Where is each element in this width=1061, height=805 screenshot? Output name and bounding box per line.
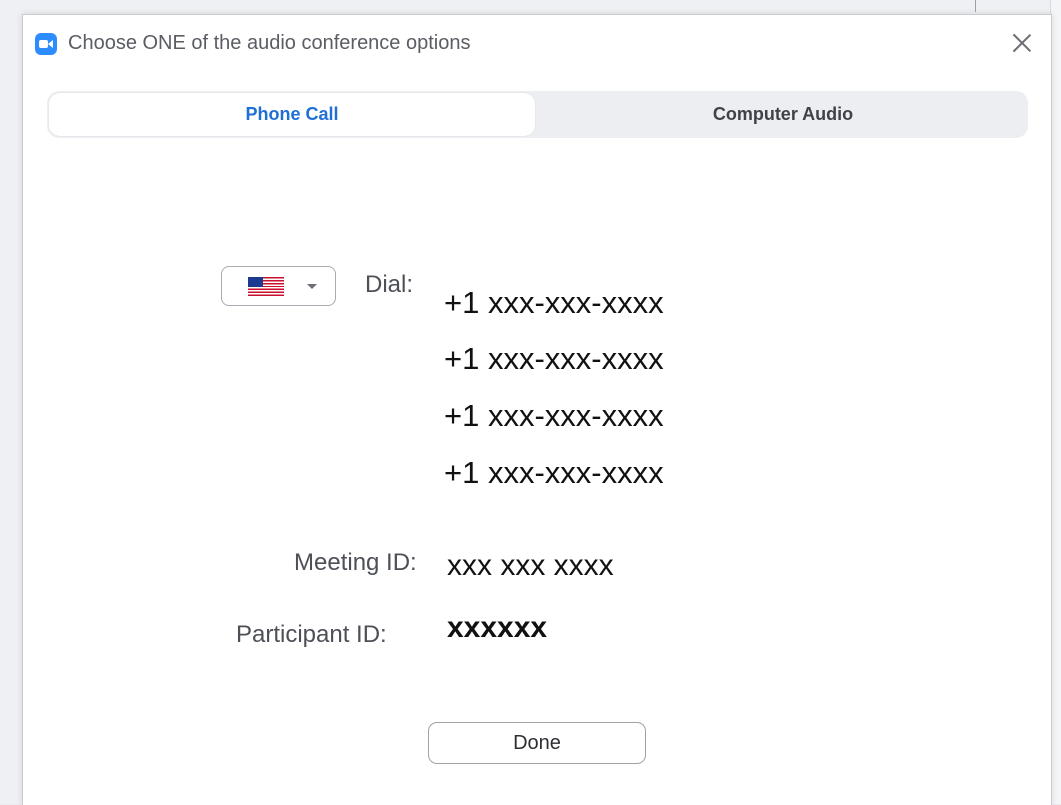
- participant-id-label: Participant ID:: [236, 621, 387, 648]
- participant-id-value: xxxxxx: [447, 611, 548, 644]
- tab-computer-audio[interactable]: Computer Audio: [538, 91, 1028, 138]
- dialog-titlebar: Choose ONE of the audio conference optio…: [23, 15, 1051, 69]
- tab-phone-call[interactable]: Phone Call: [49, 93, 535, 136]
- meeting-id-value: xxx xxx xxxx: [447, 549, 614, 582]
- dial-number: +1 xxx-xxx-xxxx: [444, 285, 664, 320]
- dial-number: +1 xxx-xxx-xxxx: [444, 398, 664, 433]
- audio-conference-dialog: Choose ONE of the audio conference optio…: [22, 14, 1052, 805]
- dialog-title: Choose ONE of the audio conference optio…: [68, 32, 471, 54]
- close-icon[interactable]: [1009, 30, 1035, 56]
- us-flag-icon: [248, 277, 284, 296]
- dial-number: +1 xxx-xxx-xxxx: [444, 455, 664, 490]
- meeting-id-label: Meeting ID:: [294, 549, 417, 576]
- done-button[interactable]: Done: [428, 722, 646, 764]
- dial-label: Dial:: [365, 271, 414, 298]
- country-select[interactable]: [221, 266, 336, 306]
- audio-option-tabs: Phone Call Computer Audio: [47, 91, 1028, 138]
- zoom-camera-icon: [35, 33, 57, 55]
- dial-number: +1 xxx-xxx-xxxx: [444, 341, 664, 376]
- chevron-down-icon: [307, 284, 317, 289]
- background-divider: [975, 0, 976, 12]
